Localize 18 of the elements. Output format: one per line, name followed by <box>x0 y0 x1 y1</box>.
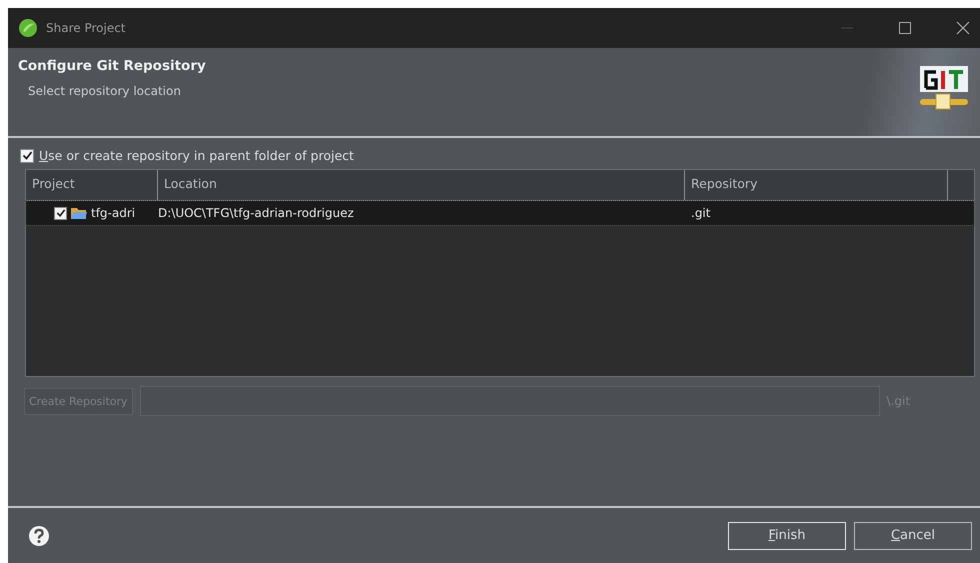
table-cell-text: .git <box>690 206 712 220</box>
checkbox[interactable] <box>20 148 34 162</box>
help-icon[interactable] <box>28 524 50 546</box>
page-title: Configure Git Repository <box>18 58 206 74</box>
checkbox-label[interactable]: Use or create repository in parent folder of project <box>39 148 354 163</box>
close-icon[interactable] <box>956 21 970 35</box>
checkbox[interactable] <box>54 206 67 220</box>
page-subtitle: Select repository location <box>27 84 182 98</box>
app-logo-icon <box>18 18 38 38</box>
dialog-button[interactable]: Cancel <box>854 522 972 550</box>
table-cell-text: D:\UOC\TFG\tfg-adrian-rodriguez <box>158 206 355 220</box>
folder-icon <box>71 206 87 220</box>
table-row[interactable]: tfg-adri D:\UOC\TFG\tfg-adrian-rodriguez .git <box>26 201 974 225</box>
maximize-icon[interactable] <box>898 21 912 35</box>
dialog-button[interactable]: Finish <box>728 522 846 550</box>
git-logo-icon <box>918 64 970 112</box>
window-title: Share Project <box>46 21 126 35</box>
table-cell: tfg-adri <box>91 206 136 220</box>
